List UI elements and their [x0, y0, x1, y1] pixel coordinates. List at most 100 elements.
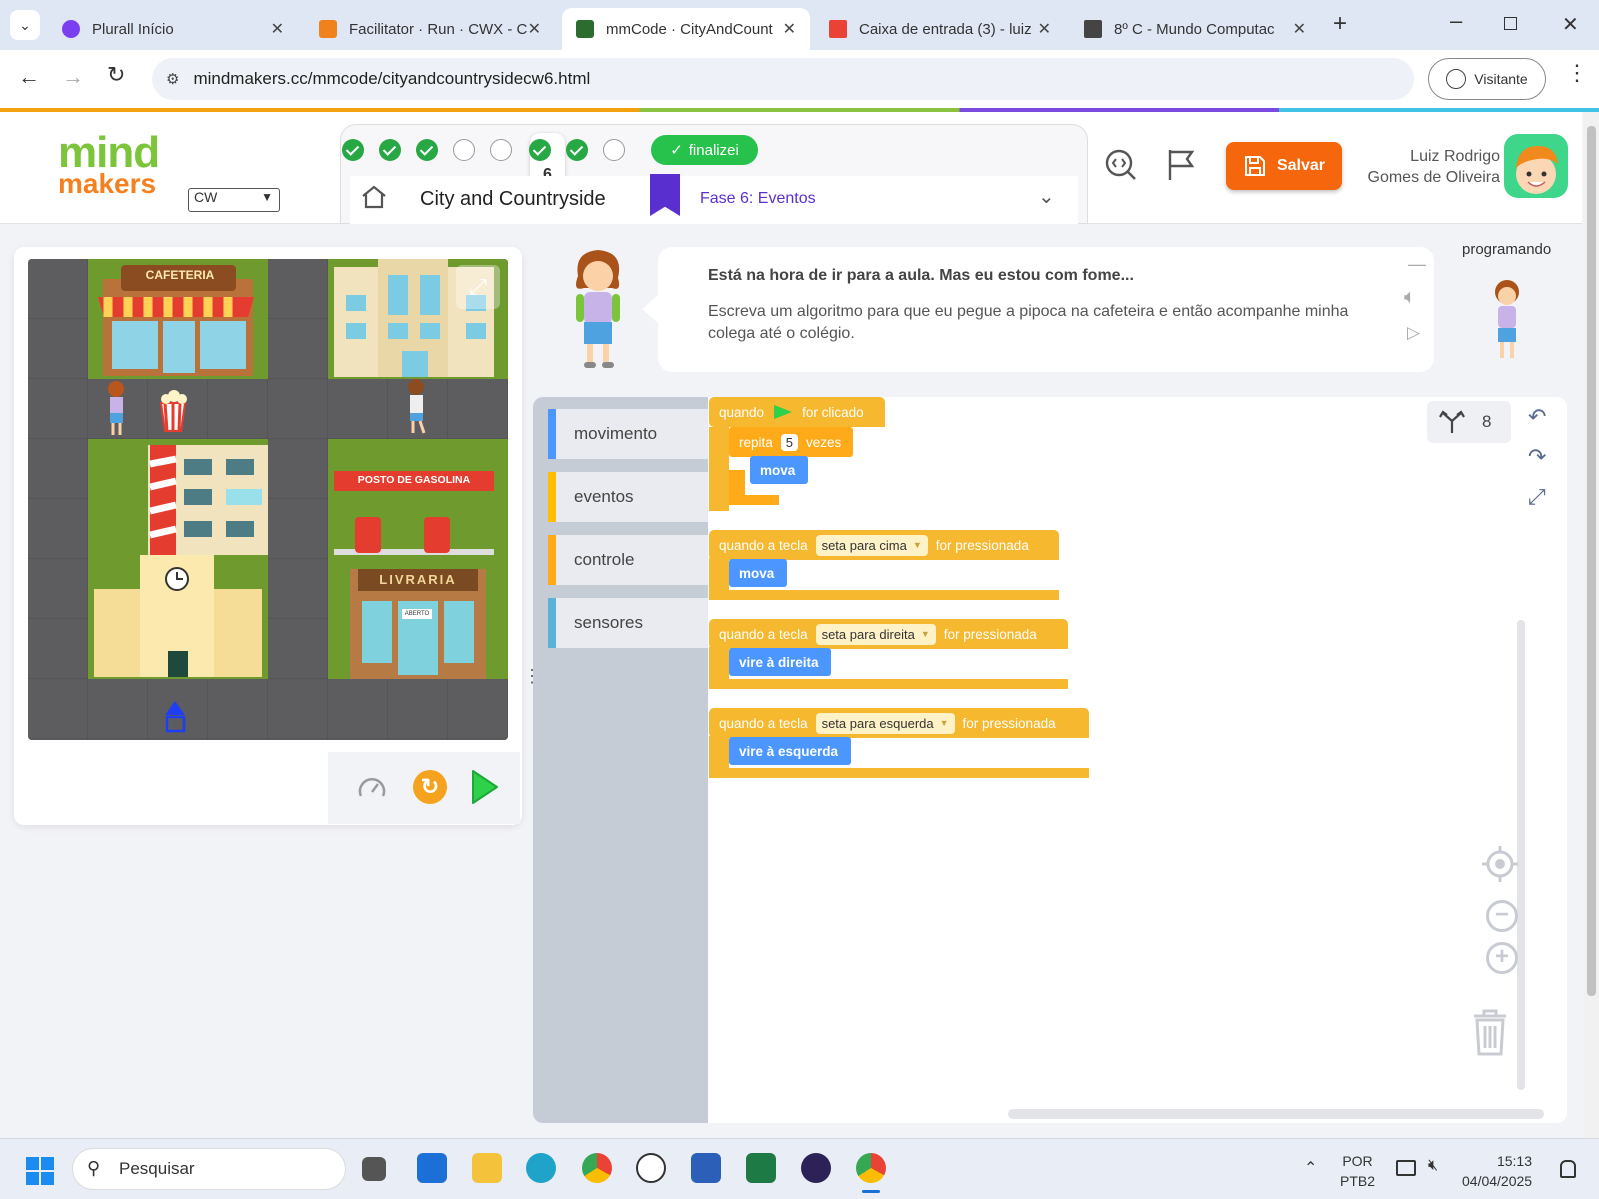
trash-icon[interactable]	[1470, 1008, 1510, 1063]
url-field[interactable]: ⚙ mindmakers.cc/mmcode/cityandcountrysid…	[152, 58, 1414, 100]
close-tab-icon[interactable]: ✕	[271, 19, 284, 39]
finalizei-button[interactable]: ✓ finalizei	[651, 135, 758, 165]
store-icon[interactable]	[417, 1153, 447, 1183]
close-tab-icon[interactable]: ✕	[1038, 19, 1051, 39]
block-text: quando	[719, 404, 765, 420]
key-dropdown[interactable]: seta para cima ▼	[815, 534, 928, 556]
minimize-icon[interactable]: –	[1450, 8, 1462, 34]
move-block[interactable]: mova	[729, 559, 787, 587]
chrome-icon[interactable]	[582, 1153, 612, 1183]
flag-icon[interactable]	[1166, 148, 1196, 187]
turn-right-block[interactable]: vire à direita	[729, 648, 831, 676]
tray-chevron-up-icon[interactable]: ⌃	[1304, 1158, 1317, 1178]
progress-step-7[interactable]	[566, 139, 588, 161]
when-flag-clicked-block[interactable]: quando for clicado	[709, 397, 885, 427]
repeat-block[interactable]: repita 5 vezes	[729, 427, 853, 457]
new-tab-icon[interactable]: +	[1333, 10, 1347, 38]
forward-icon[interactable]: →	[62, 64, 84, 90]
category-eventos[interactable]: eventos	[548, 472, 708, 522]
block-text: for pressionada	[943, 626, 1037, 642]
tab-mmcode[interactable]: mmCode · CityAndCount ✕	[562, 8, 810, 50]
key-dropdown[interactable]: seta para esquerda ▼	[815, 712, 955, 734]
repeat-count-input[interactable]: 5	[780, 433, 799, 451]
phase-selector[interactable]: Fase 6: Eventos	[700, 190, 816, 208]
category-sensores[interactable]: sensores	[548, 598, 708, 648]
volume-muted-icon[interactable]: 🔇︎	[1428, 1157, 1438, 1175]
reset-icon[interactable]: ↻	[413, 770, 447, 804]
category-movimento[interactable]: movimento	[548, 409, 708, 459]
close-tab-icon[interactable]: ✕	[1293, 19, 1306, 39]
windows-start-icon[interactable]	[26, 1157, 54, 1185]
eclipse-icon[interactable]	[801, 1153, 831, 1183]
back-icon[interactable]: ←	[18, 64, 40, 90]
language-indicator[interactable]: POR PTB2	[1340, 1151, 1375, 1191]
move-block[interactable]: mova	[750, 456, 808, 484]
progress-step-5[interactable]	[490, 139, 512, 161]
tab-list-dropdown[interactable]: ⌄	[10, 10, 40, 40]
block-text: for pressionada	[935, 537, 1029, 553]
eye-app-icon[interactable]	[636, 1153, 666, 1183]
progress-step-4[interactable]	[453, 139, 475, 161]
tab-gmail[interactable]: Caixa de entrada (3) - luiz ✕	[815, 8, 1065, 50]
recenter-icon[interactable]	[1480, 844, 1520, 889]
when-key-left-block[interactable]: quando a tecla seta para esquerda ▼ for p…	[709, 708, 1089, 738]
file-explorer-icon[interactable]	[472, 1153, 502, 1183]
fullscreen-icon[interactable]: ⤢	[456, 265, 500, 309]
save-button[interactable]: Salvar	[1226, 142, 1342, 190]
edge-icon[interactable]	[526, 1153, 556, 1183]
fullscreen-editor-icon[interactable]: ⤢	[1528, 484, 1546, 510]
close-tab-icon[interactable]: ✕	[528, 19, 541, 39]
class-select[interactable]: CW ▼	[188, 188, 280, 212]
speed-icon[interactable]	[356, 772, 388, 809]
profile-button[interactable]: Visitante	[1428, 58, 1546, 100]
reload-icon[interactable]: ↻	[107, 62, 125, 88]
play-instructions-icon[interactable]: ▷	[1407, 323, 1420, 343]
home-icon[interactable]	[360, 184, 388, 217]
key-dropdown[interactable]: seta para direita ▼	[815, 623, 936, 645]
word-icon[interactable]	[691, 1153, 721, 1183]
classroom-favicon-icon	[1084, 20, 1102, 38]
progress-step-8[interactable]	[603, 139, 625, 161]
task-view-icon[interactable]	[362, 1157, 386, 1181]
when-key-right-block[interactable]: quando a tecla seta para direita ▼ for pr…	[709, 619, 1068, 649]
page-scrollbar[interactable]	[1584, 112, 1599, 1138]
audio-icon[interactable]: 🔈︎	[1404, 286, 1416, 309]
search-icon: ⚲	[87, 1158, 101, 1178]
close-tab-icon[interactable]: ✕	[783, 19, 796, 39]
minimize-instructions-icon[interactable]: —	[1408, 254, 1426, 275]
category-controle[interactable]: controle	[548, 535, 708, 585]
zoom-in-icon[interactable]: +	[1486, 942, 1518, 974]
tab-facilitator[interactable]: Facilitator · Run · CWX - C ✕	[305, 8, 555, 50]
progress-step-1[interactable]	[342, 139, 364, 161]
progress-step-2[interactable]	[379, 139, 401, 161]
notification-icon[interactable]	[1560, 1160, 1576, 1178]
tab-classroom[interactable]: 8º C - Mundo Computac ✕	[1070, 8, 1320, 50]
restore-icon[interactable]	[1504, 17, 1517, 30]
code-search-icon[interactable]	[1104, 148, 1138, 187]
undo-icon[interactable]: ↶	[1528, 404, 1546, 430]
logo-makers[interactable]: makers	[58, 170, 156, 198]
taskbar-search[interactable]: ⚲ Pesquisar	[72, 1148, 346, 1190]
browser-menu-icon[interactable]: ⋮	[1566, 62, 1588, 84]
chevron-down-icon[interactable]: ⌄	[1038, 184, 1055, 209]
repeat-block-foot	[729, 495, 779, 505]
excel-icon[interactable]	[746, 1153, 776, 1183]
run-icon[interactable]	[470, 768, 500, 811]
zoom-out-icon[interactable]: −	[1486, 900, 1518, 932]
workspace-horizontal-scrollbar[interactable]	[1008, 1109, 1544, 1119]
redo-icon[interactable]: ↷	[1528, 444, 1546, 470]
clock[interactable]: 15:13 04/04/2025	[1462, 1151, 1532, 1191]
when-key-up-block[interactable]: quando a tecla seta para cima ▼ for press…	[709, 530, 1059, 560]
language-code: POR	[1342, 1153, 1373, 1169]
progress-step-6[interactable]	[529, 139, 551, 161]
network-icon[interactable]	[1396, 1160, 1416, 1176]
site-settings-icon[interactable]: ⚙	[166, 70, 179, 88]
avatar[interactable]	[1504, 134, 1568, 198]
close-window-icon[interactable]: ✕	[1562, 12, 1579, 37]
tab-plurall[interactable]: Plurall Início ✕	[48, 8, 298, 50]
turn-left-block[interactable]: vire à esquerda	[729, 737, 851, 765]
chrome-active-icon[interactable]	[856, 1153, 886, 1183]
logo-mind[interactable]: mind	[58, 131, 160, 175]
progress-step-3[interactable]	[416, 139, 438, 161]
plurall-favicon-icon	[62, 20, 80, 38]
